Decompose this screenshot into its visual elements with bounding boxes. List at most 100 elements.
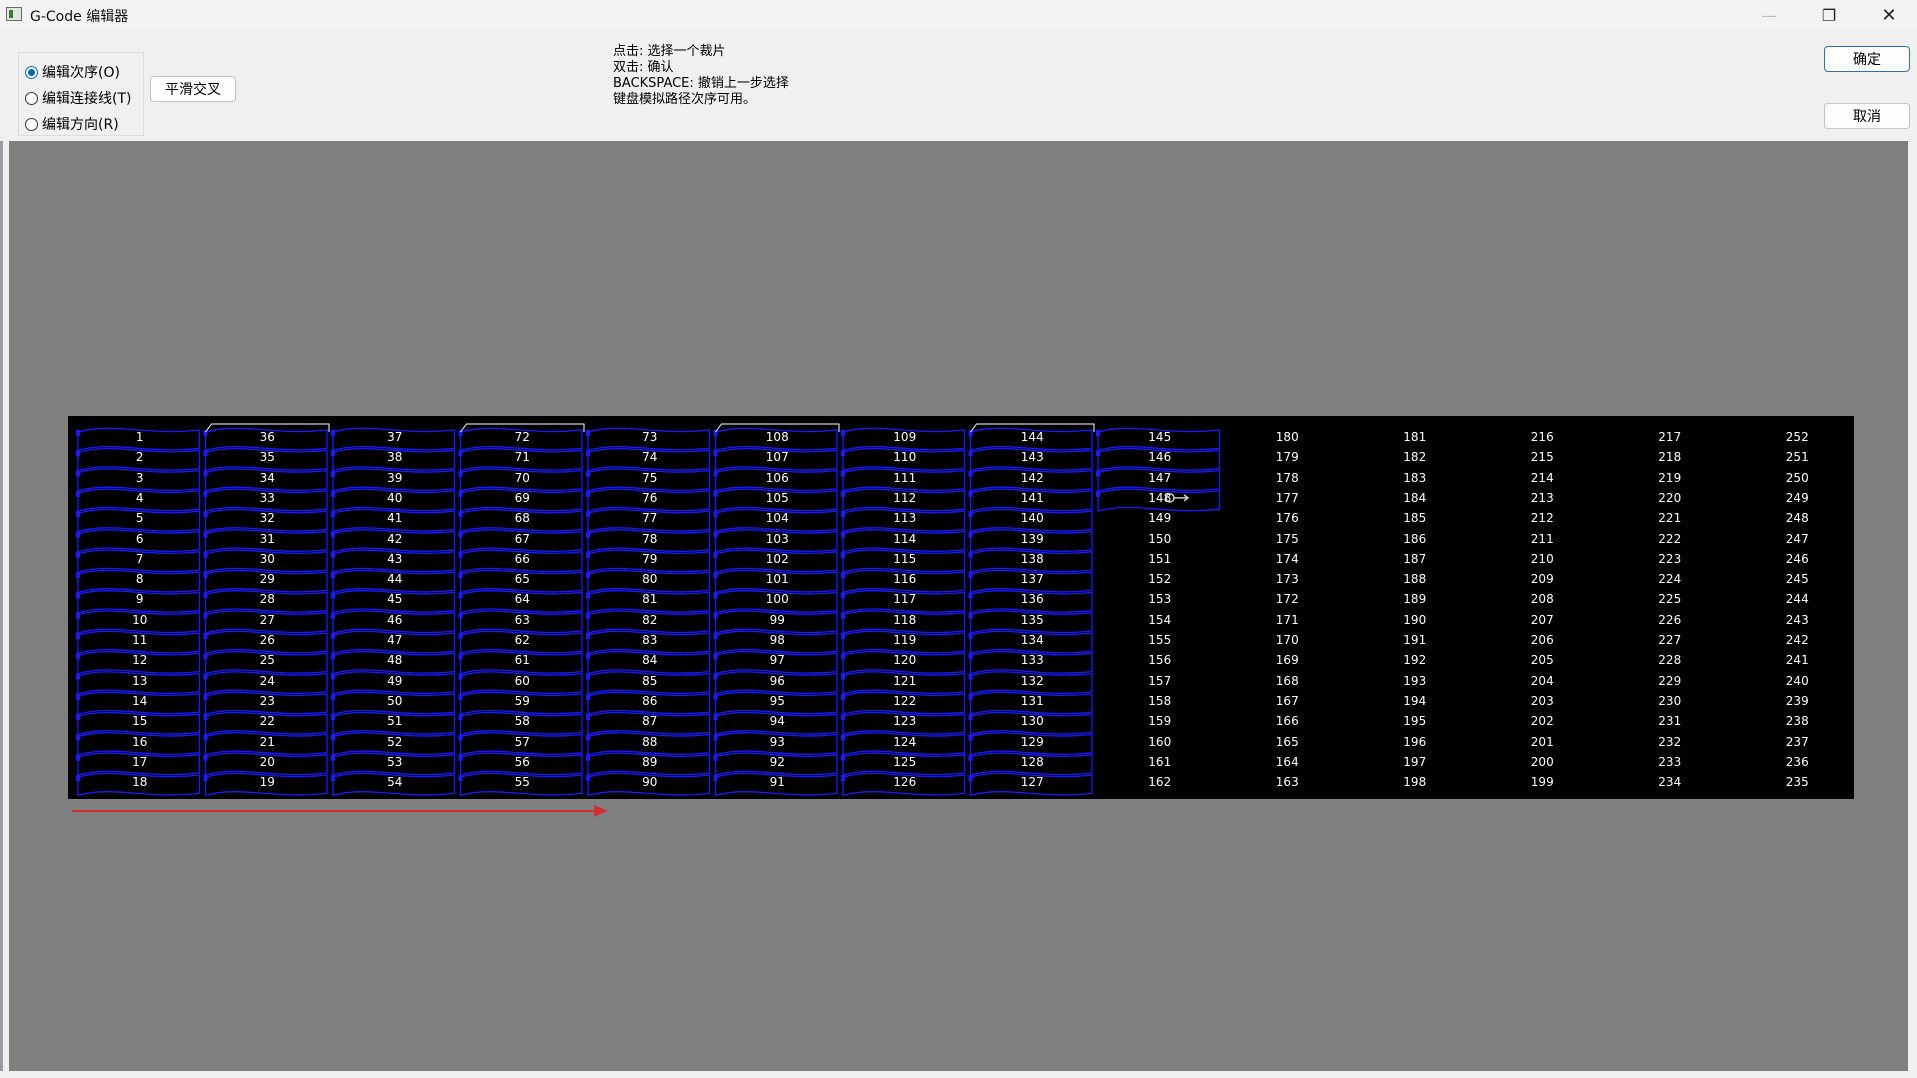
piece-number[interactable]: 81 <box>630 592 670 606</box>
piece-number[interactable]: 64 <box>502 592 542 606</box>
piece-number[interactable]: 71 <box>502 450 542 464</box>
piece-number[interactable]: 191 <box>1395 633 1435 647</box>
piece-number[interactable]: 137 <box>1012 572 1052 586</box>
piece-number[interactable]: 107 <box>757 450 797 464</box>
piece-number[interactable]: 193 <box>1395 674 1435 688</box>
piece-number[interactable]: 40 <box>375 491 415 505</box>
piece-number[interactable]: 235 <box>1777 775 1817 789</box>
piece-number[interactable]: 247 <box>1777 532 1817 546</box>
piece-number[interactable]: 69 <box>502 491 542 505</box>
piece-number[interactable]: 169 <box>1267 653 1307 667</box>
piece-number[interactable]: 44 <box>375 572 415 586</box>
piece-number[interactable]: 25 <box>247 653 287 667</box>
piece-number[interactable]: 57 <box>502 735 542 749</box>
piece-number[interactable]: 142 <box>1012 471 1052 485</box>
piece-number[interactable]: 110 <box>885 450 925 464</box>
piece-number[interactable]: 217 <box>1650 430 1690 444</box>
piece-number[interactable]: 186 <box>1395 532 1435 546</box>
piece-number[interactable]: 166 <box>1267 714 1307 728</box>
piece-number[interactable]: 202 <box>1522 714 1562 728</box>
piece-number[interactable]: 174 <box>1267 552 1307 566</box>
piece-number[interactable]: 99 <box>757 613 797 627</box>
piece-number[interactable]: 242 <box>1777 633 1817 647</box>
radio-indicator[interactable] <box>25 65 38 79</box>
piece-number[interactable]: 100 <box>757 592 797 606</box>
piece-number[interactable]: 227 <box>1650 633 1690 647</box>
piece-number[interactable]: 218 <box>1650 450 1690 464</box>
radio-indicator[interactable] <box>25 91 38 105</box>
piece-number[interactable]: 73 <box>630 430 670 444</box>
piece-number[interactable]: 194 <box>1395 694 1435 708</box>
piece-number[interactable]: 180 <box>1267 430 1307 444</box>
piece-number[interactable]: 53 <box>375 755 415 769</box>
piece-number[interactable]: 239 <box>1777 694 1817 708</box>
piece-number[interactable]: 7 <box>120 552 160 566</box>
radio-edit-connection[interactable]: 编辑连接线(T) <box>25 88 131 108</box>
piece-number[interactable]: 27 <box>247 613 287 627</box>
piece-number[interactable]: 244 <box>1777 592 1817 606</box>
piece-number[interactable]: 199 <box>1522 775 1562 789</box>
piece-number[interactable]: 93 <box>757 735 797 749</box>
piece-number[interactable]: 130 <box>1012 714 1052 728</box>
piece-number[interactable]: 176 <box>1267 511 1307 525</box>
piece-number[interactable]: 42 <box>375 532 415 546</box>
piece-number[interactable]: 121 <box>885 674 925 688</box>
piece-number[interactable]: 147 <box>1140 471 1180 485</box>
piece-number[interactable]: 185 <box>1395 511 1435 525</box>
piece-number[interactable]: 160 <box>1140 735 1180 749</box>
piece-number[interactable]: 8 <box>120 572 160 586</box>
piece-number[interactable]: 123 <box>885 714 925 728</box>
piece-number[interactable]: 230 <box>1650 694 1690 708</box>
piece-number[interactable]: 120 <box>885 653 925 667</box>
piece-number[interactable]: 163 <box>1267 775 1307 789</box>
piece-number[interactable]: 116 <box>885 572 925 586</box>
piece-number[interactable]: 144 <box>1012 430 1052 444</box>
piece-number[interactable]: 79 <box>630 552 670 566</box>
piece-number[interactable]: 9 <box>120 592 160 606</box>
piece-number[interactable]: 82 <box>630 613 670 627</box>
piece-number[interactable]: 12 <box>120 653 160 667</box>
piece-number[interactable]: 108 <box>757 430 797 444</box>
piece-number[interactable]: 198 <box>1395 775 1435 789</box>
piece-number[interactable]: 196 <box>1395 735 1435 749</box>
piece-number[interactable]: 106 <box>757 471 797 485</box>
piece-number[interactable]: 226 <box>1650 613 1690 627</box>
piece-number[interactable]: 154 <box>1140 613 1180 627</box>
piece-number[interactable]: 14 <box>120 694 160 708</box>
piece-number[interactable]: 115 <box>885 552 925 566</box>
piece-number[interactable]: 19 <box>247 775 287 789</box>
piece-number[interactable]: 155 <box>1140 633 1180 647</box>
piece-number[interactable]: 6 <box>120 532 160 546</box>
piece-number[interactable]: 190 <box>1395 613 1435 627</box>
piece-number[interactable]: 207 <box>1522 613 1562 627</box>
piece-number[interactable]: 38 <box>375 450 415 464</box>
piece-number[interactable]: 250 <box>1777 471 1817 485</box>
piece-number[interactable]: 189 <box>1395 592 1435 606</box>
piece-number[interactable]: 2 <box>120 450 160 464</box>
piece-number[interactable]: 161 <box>1140 755 1180 769</box>
piece-number[interactable]: 206 <box>1522 633 1562 647</box>
piece-number[interactable]: 119 <box>885 633 925 647</box>
piece-number[interactable]: 251 <box>1777 450 1817 464</box>
piece-number[interactable]: 181 <box>1395 430 1435 444</box>
piece-number[interactable]: 24 <box>247 674 287 688</box>
piece-number[interactable]: 238 <box>1777 714 1817 728</box>
piece-number[interactable]: 31 <box>247 532 287 546</box>
piece-number[interactable]: 201 <box>1522 735 1562 749</box>
piece-number[interactable]: 35 <box>247 450 287 464</box>
piece-number[interactable]: 151 <box>1140 552 1180 566</box>
piece-number[interactable]: 1 <box>120 430 160 444</box>
piece-number[interactable]: 173 <box>1267 572 1307 586</box>
piece-number[interactable]: 94 <box>757 714 797 728</box>
piece-number[interactable]: 177 <box>1267 491 1307 505</box>
piece-number[interactable]: 83 <box>630 633 670 647</box>
piece-number[interactable]: 233 <box>1650 755 1690 769</box>
piece-number[interactable]: 86 <box>630 694 670 708</box>
piece-number[interactable]: 29 <box>247 572 287 586</box>
piece-number[interactable]: 128 <box>1012 755 1052 769</box>
cutting-board[interactable]: 1 2 3 4 5 6 7 8 9 10 11 12 13 14 15 16 17 18 36 35 34 33 32 31 3… <box>68 416 1854 799</box>
piece-number[interactable]: 28 <box>247 592 287 606</box>
piece-number[interactable]: 204 <box>1522 674 1562 688</box>
piece-number[interactable]: 168 <box>1267 674 1307 688</box>
piece-number[interactable]: 210 <box>1522 552 1562 566</box>
